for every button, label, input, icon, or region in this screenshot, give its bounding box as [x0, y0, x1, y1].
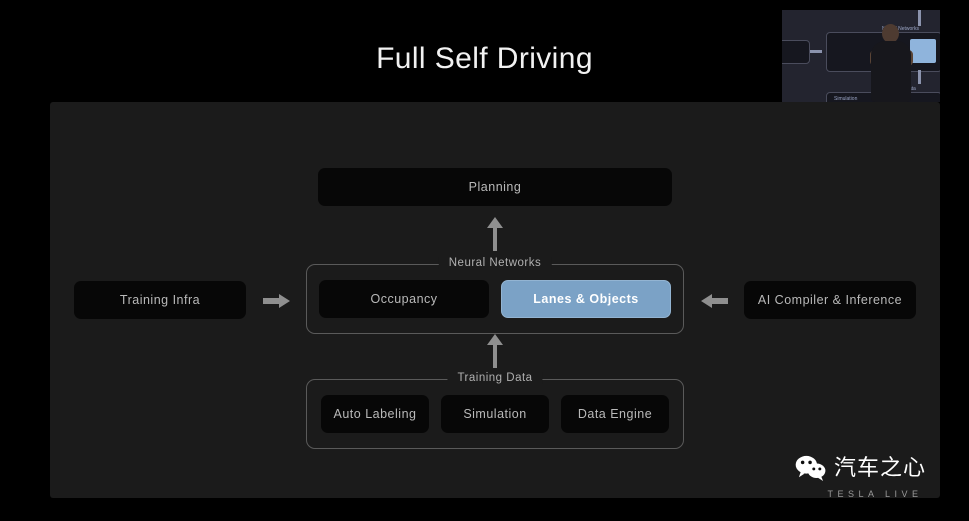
group-neural-networks: Neural Networks Occupancy Lanes & Object… [306, 257, 684, 334]
inset-label-simulation: Simulation [834, 96, 858, 102]
inset-arrow-up-top-icon [918, 10, 921, 26]
arrow-right-from-training-infra-icon [263, 294, 290, 308]
node-lanes-and-objects[interactable]: Lanes & Objects [501, 280, 671, 318]
diagram-panel: Planning Neural Networks Occupancy Lanes… [50, 102, 940, 498]
node-simulation[interactable]: Simulation [441, 395, 549, 433]
presenter-body [871, 41, 911, 102]
wechat-icon [795, 455, 826, 481]
node-data-engine[interactable]: Data Engine [561, 395, 669, 433]
node-training-infra-label: Training Infra [119, 293, 201, 307]
presenter-video-inset[interactable]: Neural Networks Training Data Simulation [782, 10, 940, 102]
node-ai-compiler-inference[interactable]: AI Compiler & Inference [744, 281, 916, 319]
watermark: 汽车之心 TESLA LIVE [795, 455, 955, 513]
node-ai-compiler-inference-label: AI Compiler & Inference [757, 293, 903, 307]
node-occupancy-label: Occupancy [370, 292, 438, 306]
node-data-engine-label: Data Engine [577, 407, 653, 421]
node-planning-label: Planning [468, 180, 522, 194]
node-lanes-and-objects-label: Lanes & Objects [533, 292, 639, 306]
watermark-name: 汽车之心 [834, 455, 927, 480]
node-simulation-label: Simulation [463, 407, 527, 421]
inset-arrow-right-icon [810, 50, 822, 53]
watermark-brand: 汽车之心 [795, 455, 955, 481]
node-auto-labeling[interactable]: Auto Labeling [321, 395, 429, 433]
arrow-left-from-ai-compiler-icon [701, 294, 728, 308]
node-planning[interactable]: Planning [318, 168, 672, 206]
group-training-data-row: Auto Labeling Simulation Data Engine [307, 380, 683, 448]
arrow-up-to-planning-icon [487, 217, 503, 251]
watermark-tagline: TESLA LIVE [827, 489, 923, 499]
group-neural-networks-row: Occupancy Lanes & Objects [307, 265, 683, 333]
presenter-figure [868, 24, 914, 102]
inset-left-node [782, 40, 810, 64]
node-auto-labeling-label: Auto Labeling [333, 407, 417, 421]
node-occupancy[interactable]: Occupancy [319, 280, 489, 318]
inset-arrow-up-bottom-icon [918, 70, 921, 84]
arrow-up-to-neural-networks-icon [487, 334, 503, 368]
group-training-data: Training Data Auto Labeling Simulation D… [306, 372, 684, 449]
node-training-infra[interactable]: Training Infra [74, 281, 246, 319]
